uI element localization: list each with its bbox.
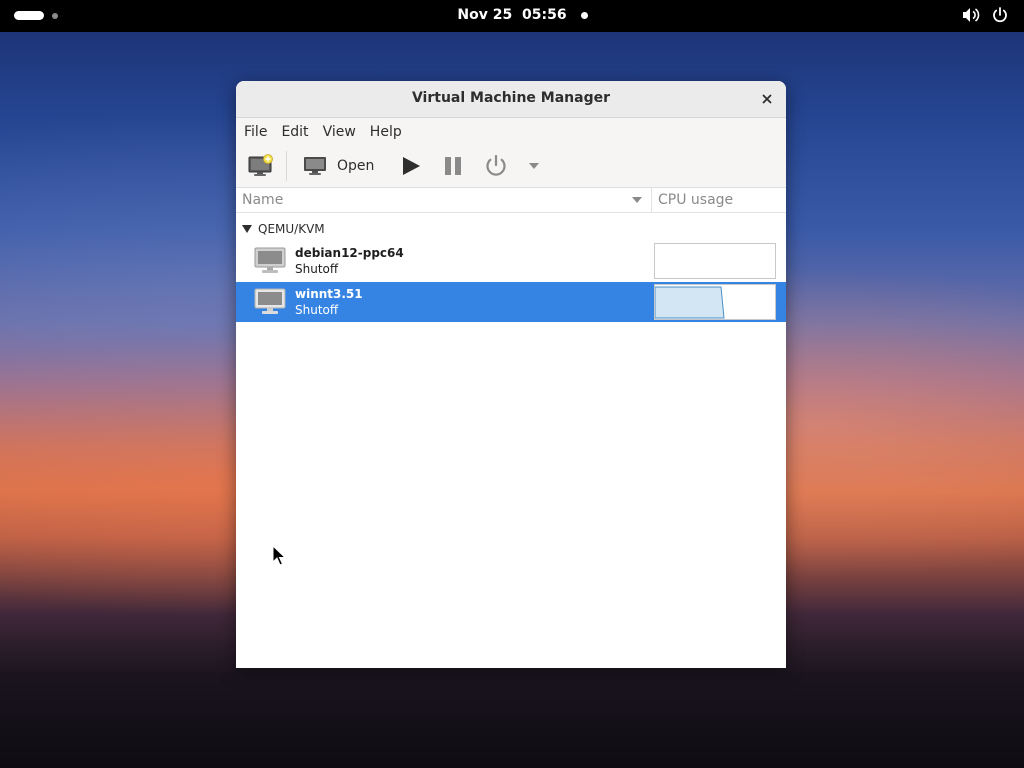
close-icon [762, 94, 772, 104]
cpu-usage-sparkline [654, 286, 725, 319]
chevron-down-icon [529, 163, 540, 169]
system-tray[interactable] [962, 7, 1008, 23]
connection-label: QEMU/KVM [258, 222, 325, 236]
column-name-label: Name [242, 192, 284, 208]
expander-down-icon[interactable] [242, 225, 252, 233]
menu-edit[interactable]: Edit [281, 124, 308, 140]
cpu-usage-graph [654, 284, 776, 320]
vm-status: Shutoff [295, 303, 339, 317]
sort-arrow-icon [632, 197, 642, 203]
open-button[interactable]: Open [303, 155, 374, 177]
vm-monitor-icon [254, 247, 286, 273]
volume-icon [963, 8, 980, 22]
menu-file[interactable]: File [244, 124, 267, 140]
power-icon [486, 154, 506, 176]
workspace-indicator [52, 12, 58, 19]
new-vm-icon [248, 154, 273, 176]
run-button[interactable] [400, 155, 422, 177]
toolbar: Open [236, 145, 786, 188]
monitor-icon [304, 157, 326, 175]
menu-bar: File Edit View Help [236, 118, 786, 145]
clock-date: Nov 25 [457, 7, 513, 23]
column-header-name[interactable]: Name [236, 188, 652, 212]
activities-button[interactable] [14, 11, 58, 20]
shutdown-menu-button[interactable] [528, 162, 540, 170]
open-button-label: Open [337, 158, 375, 174]
toolbar-separator [286, 151, 287, 181]
close-button[interactable] [758, 90, 776, 108]
virt-manager-window: Virtual Machine Manager File Edit View H… [236, 81, 786, 668]
power-icon [993, 7, 1007, 23]
title-bar[interactable]: Virtual Machine Manager [236, 81, 786, 118]
menu-view[interactable]: View [323, 124, 356, 140]
vm-row-debian12[interactable]: debian12-ppc64 Shutoff [236, 241, 786, 281]
vm-info: debian12-ppc64 Shutoff [295, 245, 404, 277]
clock-time: 05:56 [522, 7, 567, 23]
workspace-active-indicator [14, 11, 44, 20]
list-header: Name CPU usage [236, 188, 786, 213]
vm-name: debian12-ppc64 [295, 246, 404, 260]
vm-name: winnt3.51 [295, 287, 363, 301]
vm-monitor-icon [254, 288, 286, 314]
vm-status: Shutoff [295, 262, 339, 276]
vm-row-winnt351[interactable]: winnt3.51 Shutoff [236, 282, 786, 322]
vm-info: winnt3.51 Shutoff [295, 286, 363, 318]
connection-group-row[interactable]: QEMU/KVM [236, 215, 786, 243]
column-header-cpu[interactable]: CPU usage [652, 188, 733, 212]
top-bar: Nov 25 05:56 [0, 0, 1024, 32]
pause-button[interactable] [442, 155, 464, 177]
new-vm-button[interactable] [236, 154, 286, 178]
menu-help[interactable]: Help [370, 124, 402, 140]
pause-icon [445, 157, 462, 175]
clock[interactable]: Nov 25 05:56 [0, 7, 1024, 23]
play-icon [403, 157, 421, 175]
notification-dot-icon [581, 12, 588, 19]
column-cpu-label: CPU usage [658, 192, 734, 208]
shutdown-button[interactable] [484, 154, 508, 178]
window-title: Virtual Machine Manager [411, 90, 611, 106]
mouse-cursor-icon [272, 545, 286, 566]
cpu-usage-graph [654, 243, 776, 279]
